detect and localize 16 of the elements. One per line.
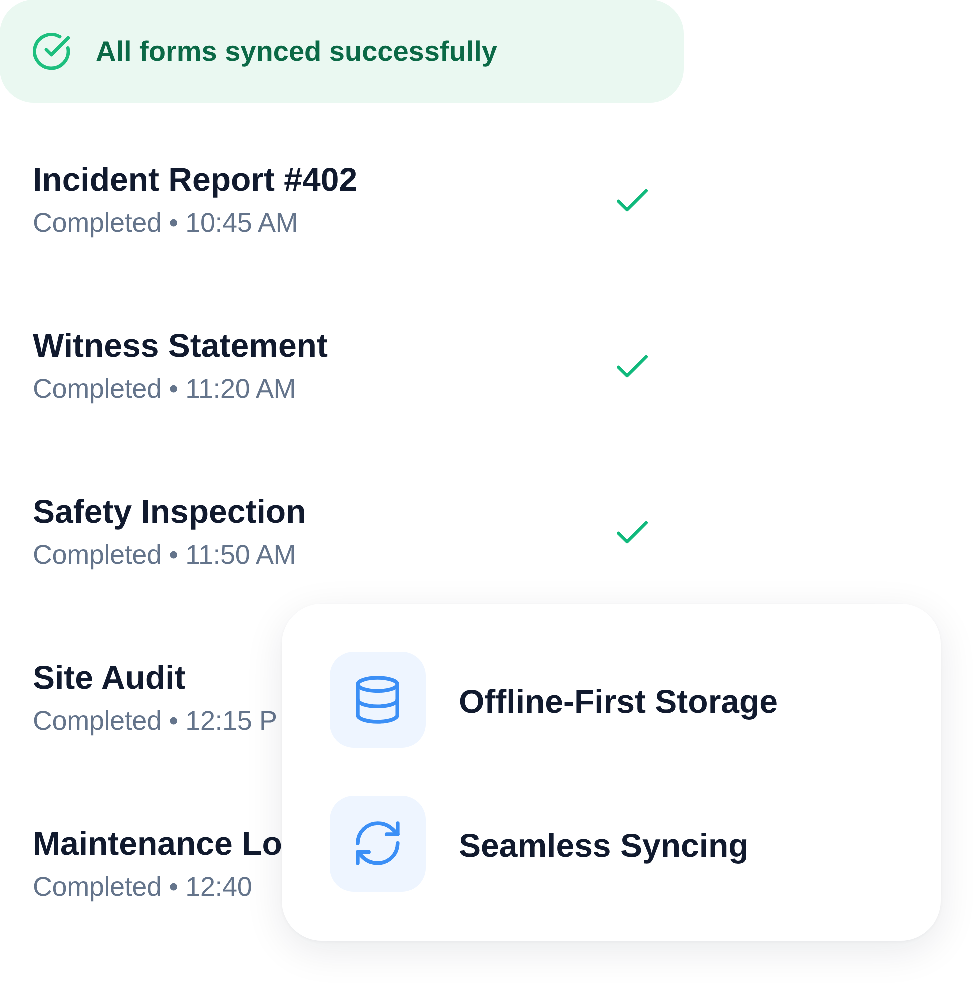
form-status: Completed • 11:50 AM <box>33 539 298 572</box>
form-title: Site Audit <box>33 658 187 698</box>
form-title: Maintenance Lo <box>33 824 282 864</box>
form-title: Incident Report #402 <box>33 160 358 200</box>
database-icon <box>330 652 426 748</box>
form-status: Completed • 10:45 AM <box>33 207 300 240</box>
form-title: Safety Inspection <box>33 492 306 532</box>
feature-label: Seamless Syncing <box>459 826 749 866</box>
form-status: Completed • 12:40 <box>33 871 254 904</box>
form-title: Witness Statement <box>33 326 328 366</box>
check-circle-icon <box>33 32 71 70</box>
feature-label: Offline-First Storage <box>459 682 778 722</box>
banner-text: All forms synced successfully <box>96 34 498 68</box>
form-status: Completed • 11:20 AM <box>33 373 298 406</box>
sync-icon <box>330 796 426 892</box>
form-status: Completed • 12:15 P <box>33 705 278 738</box>
